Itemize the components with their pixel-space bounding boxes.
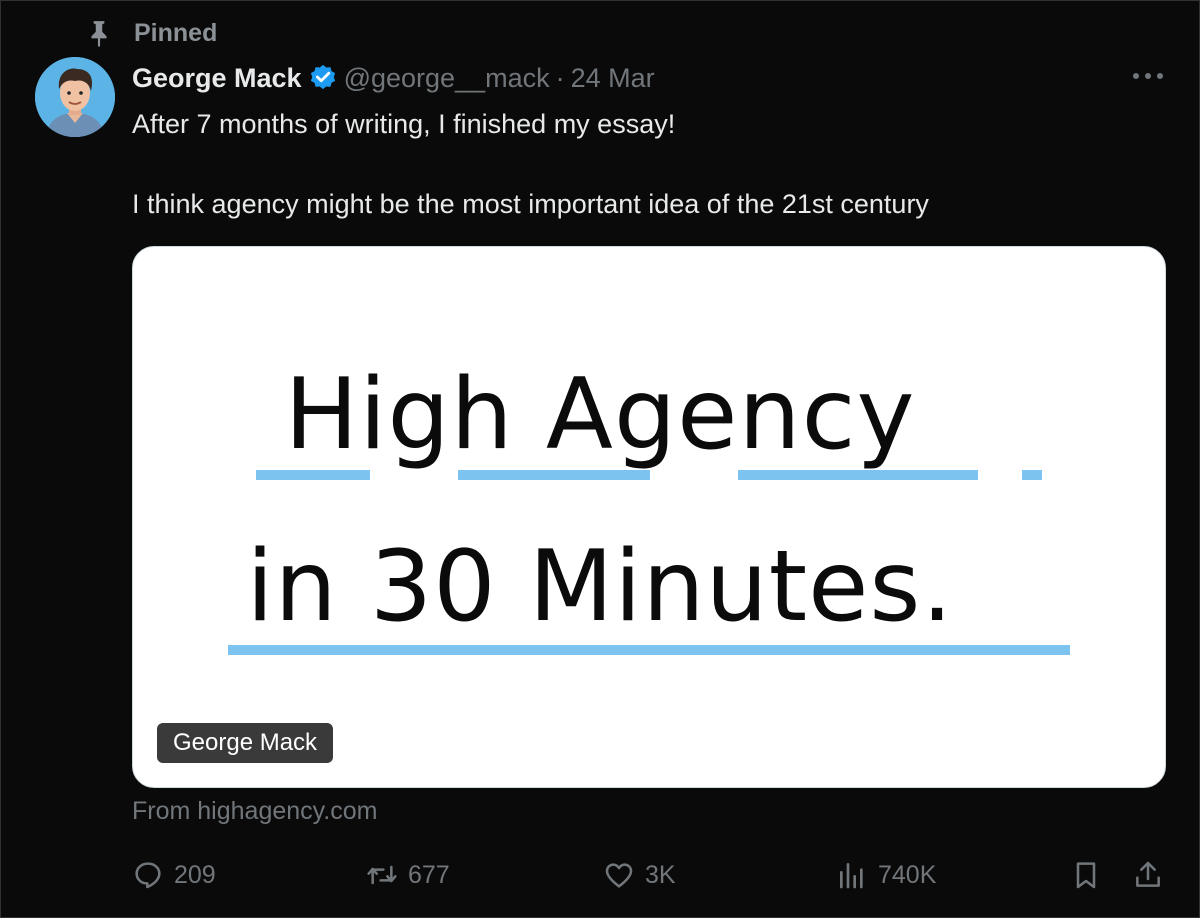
tweet-text-line-1: After 7 months of writing, I finished my…	[132, 109, 676, 139]
meta-separator: ·	[555, 62, 565, 93]
author-name[interactable]: George Mack	[132, 63, 302, 94]
tweet-text-line-2: I think agency might be the most importa…	[132, 189, 929, 219]
reply-count: 209	[174, 860, 216, 889]
bookmark-button[interactable]	[1070, 858, 1102, 892]
like-icon	[605, 863, 633, 888]
share-button[interactable]	[1132, 858, 1164, 892]
reply-button[interactable]: 209	[132, 858, 216, 892]
pinned-label: Pinned	[134, 18, 218, 47]
card-underline	[1022, 470, 1042, 480]
views-count: 740K	[878, 860, 937, 889]
like-button[interactable]: 3K	[603, 858, 676, 892]
tweet-text: After 7 months of writing, I finished my…	[132, 104, 1132, 224]
tweet-header: George Mack @george__mack · 24 Mar	[132, 60, 655, 96]
tweet-actions: 209 677 3K 740K	[0, 850, 1200, 900]
card-source-link[interactable]: From highagency.com	[132, 797, 377, 826]
views-button[interactable]: 740K	[836, 858, 936, 892]
card-underline	[228, 645, 1070, 655]
card-underline	[458, 470, 650, 480]
pin-icon	[91, 21, 107, 47]
card-title-line-1: High Agency	[284, 358, 916, 472]
pinned-indicator: Pinned	[86, 18, 217, 48]
reply-icon	[135, 862, 161, 889]
author-handle[interactable]: @george__mack	[344, 63, 550, 94]
avatar[interactable]	[35, 57, 115, 137]
card-underline	[738, 470, 978, 480]
card-underline	[256, 470, 370, 480]
card-author-badge: George Mack	[157, 723, 334, 763]
link-card[interactable]	[132, 246, 1166, 788]
more-icon	[1133, 73, 1163, 79]
share-icon	[1136, 861, 1160, 887]
repost-count: 677	[408, 860, 450, 889]
views-icon	[840, 863, 863, 889]
like-count: 3K	[645, 860, 676, 889]
repost-icon	[367, 865, 397, 885]
more-options-button[interactable]	[1128, 64, 1168, 88]
tweet-date[interactable]: 24 Mar	[571, 63, 655, 94]
bookmark-icon	[1076, 862, 1096, 889]
verified-badge-icon[interactable]	[308, 63, 338, 93]
avatar-image	[35, 57, 115, 137]
repost-button[interactable]: 677	[366, 858, 450, 892]
card-title-line-2: in 30 Minutes.	[246, 530, 954, 644]
